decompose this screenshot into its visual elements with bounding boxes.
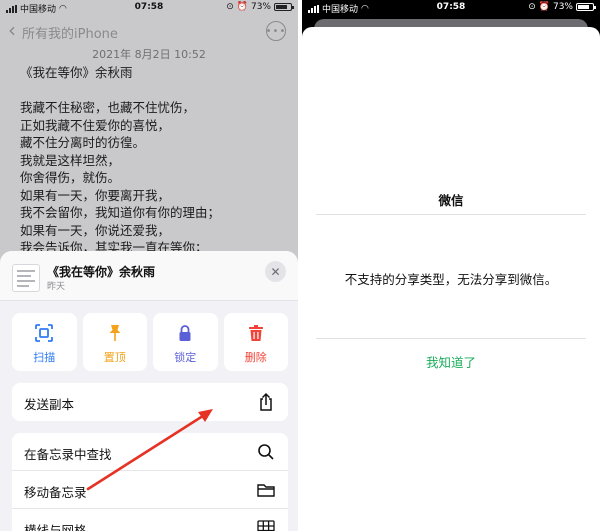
note-thumbnail: [12, 264, 40, 292]
more-options-button[interactable]: •••: [266, 21, 286, 41]
share-icon: [260, 392, 272, 411]
note-line: 正如我藏不住爱你的喜悦，: [20, 117, 171, 133]
send-copy-label: 发送副本: [24, 397, 75, 412]
close-icon: ✕: [270, 264, 281, 279]
ok-button[interactable]: 我知道了: [302, 352, 600, 371]
note-line: 我就是这样坦然，: [20, 152, 121, 168]
pin-button[interactable]: 置顶: [82, 313, 147, 371]
alarm-icon: ⏰: [538, 2, 550, 12]
back-button[interactable]: 所有我的iPhone: [22, 23, 118, 42]
send-copy-group: 发送副本: [12, 383, 288, 421]
folder-icon: [257, 484, 275, 497]
note-line: 藏不住分离时的彷徨。: [20, 135, 146, 150]
lock-label: 锁定: [174, 351, 197, 364]
trash-icon: [248, 325, 263, 341]
share-sheet: 《我在等你》余秋雨 昨天 ✕ 扫描 置顶 锁定 删除 发送副本 在备忘录中查找 …: [0, 251, 298, 531]
note-line: 《我在等你》余秋雨: [20, 65, 133, 80]
wechat-dialog: 微信 不支持的分享类型，无法分享到微信。 我知道了: [302, 27, 600, 531]
share-sheet-subtitle: 昨天: [47, 282, 66, 292]
notes-nav-bar: ‹ 所有我的iPhone •••: [0, 18, 298, 44]
search-icon: [258, 444, 274, 460]
note-date: 2021年 8月2日 10:52: [92, 48, 206, 61]
scan-button[interactable]: 扫描: [12, 313, 77, 371]
scan-label: 扫描: [33, 351, 56, 364]
status-bar: 中国移动 ◠ 07:58 ⊙ ⏰ 73%: [302, 0, 600, 15]
find-in-note-label: 在备忘录中查找: [24, 447, 112, 462]
share-sheet-title: 《我在等你》余秋雨: [47, 265, 156, 279]
scan-icon: [35, 324, 54, 342]
note-line: 如果有一天，你说还爱我，: [20, 222, 171, 238]
battery-percent: 73%: [250, 2, 271, 12]
notes-screen: 中国移动 ◠ 07:58 ⊙ ⏰ 73% ‹ 所有我的iPhone ••• 20…: [0, 0, 298, 531]
move-note-row[interactable]: 移动备忘录: [12, 471, 288, 509]
note-line: 我藏不住秘密，也藏不住忧伤，: [20, 100, 196, 115]
send-copy-row[interactable]: 发送副本: [12, 383, 288, 421]
delete-label: 删除: [244, 351, 267, 364]
lock-icon: [179, 325, 191, 341]
alarm-icon: ⏰: [236, 2, 248, 12]
divider-line: [316, 214, 586, 215]
quick-actions: 扫描 置顶 锁定 删除: [12, 313, 288, 371]
pin-icon: [109, 325, 121, 341]
dialog-title: 微信: [438, 193, 464, 208]
orientation-lock-icon: ⊙: [226, 2, 234, 12]
delete-button[interactable]: 删除: [223, 313, 288, 371]
wechat-screen: 中国移动 ◠ 07:58 ⊙ ⏰ 73% 微信 不支持的分享类型，无法分享到微信…: [302, 0, 600, 531]
note-body: 《我在等你》余秋雨 我藏不住秘密，也藏不住忧伤， 正如我藏不住爱你的喜悦， 藏不…: [20, 64, 290, 257]
share-sheet-header: 《我在等你》余秋雨 昨天 ✕: [0, 251, 298, 301]
grid-icon: [257, 520, 275, 531]
note-line: 我不会留你，我知道你有你的理由；: [20, 205, 221, 220]
note-line: 如果有一天，你要离开我，: [20, 187, 171, 203]
battery-percent: 73%: [552, 2, 573, 12]
options-group: 在备忘录中查找 移动备忘录 横线与网格: [12, 433, 288, 531]
divider-line: [316, 338, 586, 339]
find-in-note-row[interactable]: 在备忘录中查找: [12, 433, 288, 471]
status-bar: 中国移动 ◠ 07:58 ⊙ ⏰ 73%: [0, 0, 298, 15]
lock-button[interactable]: 锁定: [153, 313, 218, 371]
note-line: 你舍得伤，就伤。: [20, 170, 121, 185]
note-line: [20, 82, 290, 100]
lines-grids-label: 横线与网格: [24, 523, 87, 531]
ellipsis-icon: •••: [265, 25, 287, 37]
dialog-message: 不支持的分享类型，无法分享到微信。: [344, 272, 558, 287]
orientation-lock-icon: ⊙: [528, 2, 536, 12]
pin-label: 置顶: [103, 351, 126, 364]
move-note-label: 移动备忘录: [24, 485, 87, 500]
close-button[interactable]: ✕: [265, 261, 286, 282]
back-chevron-icon[interactable]: ‹: [8, 20, 16, 40]
battery-icon: [576, 3, 596, 11]
battery-icon: [274, 3, 294, 11]
lines-grids-row[interactable]: 横线与网格: [12, 509, 288, 531]
